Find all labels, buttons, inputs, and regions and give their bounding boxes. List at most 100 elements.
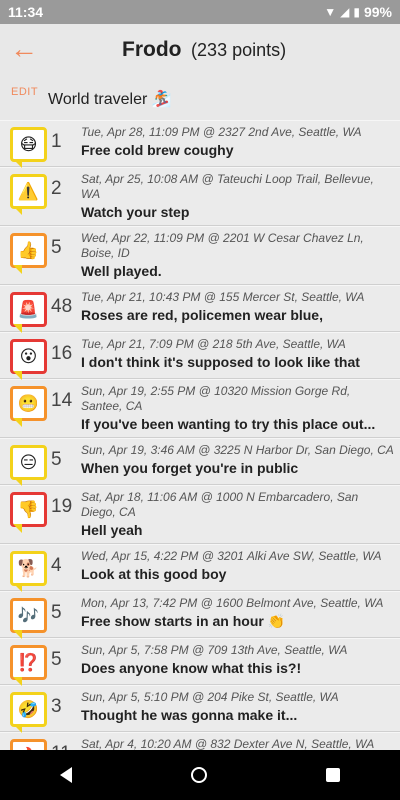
- post-score: 5: [51, 449, 62, 470]
- post-emoji-icon: 😬: [17, 393, 40, 413]
- post-text: Hell yeah: [81, 522, 143, 538]
- post-item[interactable]: 😷 1 Tue, Apr 28, 11:09 PM @ 2327 2nd Ave, …: [0, 120, 400, 167]
- post-text: Free cold brew coughy: [81, 142, 234, 158]
- post-score: 2: [51, 178, 62, 199]
- post-score: 11: [47, 737, 81, 750]
- post-emoji-icon: 👍: [17, 240, 40, 260]
- post-text: Roses are red, policemen wear blue,: [81, 307, 323, 323]
- post-score: 5: [51, 602, 62, 623]
- app-header: ← Frodo (233 points): [0, 24, 400, 76]
- post-meta: Sun, Apr 19, 2:55 PM @ 10320 Mission Gor…: [81, 384, 351, 413]
- post-text: Does anyone know what this is?!: [81, 660, 302, 676]
- post-content: Tue, Apr 21, 7:09 PM @ 218 5th Ave, Seat…: [81, 337, 394, 374]
- signal-icon: ◢: [340, 5, 350, 19]
- post-text: Thought he was gonna make it...: [81, 707, 298, 723]
- post-score: 5: [51, 237, 62, 258]
- post-content: Sun, Apr 19, 3:46 AM @ 3225 N Harbor Dr,…: [81, 443, 394, 480]
- post-text: If you've been wanting to try this place…: [81, 416, 376, 432]
- post-content: Sun, Apr 5, 7:58 PM @ 709 13th Ave, Seat…: [81, 643, 394, 680]
- post-emoji-icon: ⚠️: [17, 181, 40, 201]
- post-item[interactable]: ⁉️ 5 Sun, Apr 5, 7:58 PM @ 709 13th Ave, S…: [0, 638, 400, 685]
- post-content: Sat, Apr 4, 10:20 AM @ 832 Dexter Ave N,…: [81, 737, 394, 750]
- post-emoji-icon: 🚨: [17, 299, 40, 319]
- post-item[interactable]: 👍 5 Wed, Apr 22, 11:09 PM @ 2201 W Cesar C…: [0, 226, 400, 285]
- post-content: Wed, Apr 15, 4:22 PM @ 3201 Alki Ave SW,…: [81, 549, 394, 586]
- post-content: Sun, Apr 5, 5:10 PM @ 204 Pike St, Seatt…: [81, 690, 394, 727]
- post-emoji-badge: ⁉️: [10, 645, 47, 680]
- post-text: Look at this good boy: [81, 566, 227, 582]
- post-meta: Tue, Apr 21, 7:09 PM @ 218 5th Ave, Seat…: [81, 337, 346, 351]
- post-item[interactable]: 😑 5 Sun, Apr 19, 3:46 AM @ 3225 N Harbor D…: [0, 438, 400, 485]
- post-meta: Tue, Apr 28, 11:09 PM @ 2327 2nd Ave, Se…: [81, 125, 362, 139]
- post-content: Sun, Apr 19, 2:55 PM @ 10320 Mission Gor…: [81, 384, 394, 433]
- post-score: 16: [51, 343, 73, 364]
- nav-back-icon[interactable]: [59, 767, 72, 783]
- status-icons: ▼ ◢ ▮ 99%: [324, 4, 392, 20]
- page-title: Frodo (233 points): [122, 38, 286, 62]
- post-score: 3: [51, 696, 62, 717]
- post-score: 19: [51, 496, 73, 517]
- post-item[interactable]: ⚠️ 2 Sat, Apr 25, 10:08 AM @ Tateuchi Loop…: [0, 167, 400, 226]
- post-emoji-icon: ⁉️: [17, 652, 40, 672]
- post-content: Wed, Apr 22, 11:09 PM @ 2201 W Cesar Cha…: [81, 231, 394, 280]
- post-list[interactable]: 😷 1 Tue, Apr 28, 11:09 PM @ 2327 2nd Ave, …: [0, 120, 400, 750]
- post-meta: Sun, Apr 19, 3:46 AM @ 3225 N Harbor Dr,…: [81, 443, 394, 457]
- post-score: 1: [51, 131, 62, 152]
- arrow-left-icon[interactable]: ←: [10, 35, 38, 64]
- post-content: Tue, Apr 21, 10:43 PM @ 155 Mercer St, S…: [81, 290, 394, 327]
- post-meta: Mon, Apr 13, 7:42 PM @ 1600 Belmont Ave,…: [81, 596, 384, 610]
- post-emoji-icon: 😷: [19, 134, 38, 154]
- post-emoji-badge: 🚨: [10, 292, 47, 327]
- post-meta: Wed, Apr 22, 11:09 PM @ 2201 W Cesar Cha…: [81, 231, 364, 260]
- wifi-icon: ▼: [324, 5, 337, 19]
- user-name: Frodo: [122, 38, 182, 61]
- post-item[interactable]: 😬 14 Sun, Apr 19, 2:55 PM @ 10320 Mission …: [0, 379, 400, 438]
- post-emoji-icon: 👎: [17, 499, 40, 519]
- user-points: (233 points): [191, 40, 287, 60]
- post-emoji-badge: 🎶: [10, 598, 47, 633]
- post-score: 14: [51, 390, 73, 411]
- post-meta: Sat, Apr 25, 10:08 AM @ Tateuchi Loop Tr…: [81, 172, 374, 201]
- post-emoji-icon: 🤣: [17, 699, 40, 719]
- battery-level: 99%: [363, 4, 392, 20]
- post-item[interactable]: 🎶 5 Mon, Apr 13, 7:42 PM @ 1600 Belmont Av…: [0, 591, 400, 638]
- post-text: When you forget you're in public: [81, 460, 299, 476]
- post-meta: Tue, Apr 21, 10:43 PM @ 155 Mercer St, S…: [81, 290, 365, 304]
- post-item[interactable]: 🔥11Sat, Apr 4, 10:20 AM @ 832 Dexter Ave…: [0, 732, 400, 750]
- post-content: Sat, Apr 25, 10:08 AM @ Tateuchi Loop Tr…: [81, 172, 394, 221]
- post-meta: Sat, Apr 18, 11:06 AM @ 1000 N Embarcade…: [81, 490, 359, 519]
- post-text: Watch your step: [81, 204, 190, 220]
- post-emoji-icon: 😑: [19, 452, 38, 472]
- post-item[interactable]: 🤣 3 Sun, Apr 5, 5:10 PM @ 204 Pike St, Sea…: [0, 685, 400, 732]
- post-emoji-icon: 🎶: [17, 605, 40, 625]
- post-content: Mon, Apr 13, 7:42 PM @ 1600 Belmont Ave,…: [81, 596, 394, 633]
- nav-home-icon[interactable]: [190, 767, 207, 783]
- post-text: Well played.: [81, 263, 162, 279]
- post-emoji-badge: 🤣: [10, 692, 47, 727]
- status-bar: 11:34 ▼ ◢ ▮ 99%: [0, 0, 400, 24]
- post-content: Tue, Apr 28, 11:09 PM @ 2327 2nd Ave, Se…: [81, 125, 394, 162]
- status-time: 11:34: [8, 4, 44, 20]
- nav-recents-icon[interactable]: [326, 768, 341, 782]
- post-emoji-badge: 😷: [10, 127, 47, 162]
- post-emoji-badge: 👎: [10, 492, 47, 527]
- user-bio: World traveler 🏂: [48, 91, 172, 108]
- post-text: I don't think it's supposed to look like…: [81, 354, 360, 370]
- post-emoji-icon: 😮: [19, 346, 38, 366]
- post-item[interactable]: 👎 19 Sat, Apr 18, 11:06 AM @ 1000 N Embarc…: [0, 485, 400, 544]
- post-meta: Sat, Apr 4, 10:20 AM @ 832 Dexter Ave N,…: [81, 737, 375, 750]
- post-meta: Wed, Apr 15, 4:22 PM @ 3201 Alki Ave SW,…: [81, 549, 382, 563]
- post-item[interactable]: 🐕 4 Wed, Apr 15, 4:22 PM @ 3201 Alki Ave S…: [0, 544, 400, 591]
- post-content: Sat, Apr 18, 11:06 AM @ 1000 N Embarcade…: [81, 490, 394, 539]
- post-emoji-badge: 😬: [10, 386, 47, 421]
- post-item[interactable]: 🚨 48 Tue, Apr 21, 10:43 PM @ 155 Mercer St…: [0, 285, 400, 332]
- post-text: Free show starts in an hour 👏: [81, 613, 286, 629]
- post-emoji-badge: 🔥: [10, 739, 47, 750]
- post-item[interactable]: 😮 16 Tue, Apr 21, 7:09 PM @ 218 5th Ave, S…: [0, 332, 400, 379]
- post-score: 5: [51, 649, 62, 670]
- system-nav-bar: [0, 750, 400, 800]
- post-emoji-badge: 😮: [10, 339, 47, 374]
- post-emoji-badge: ⚠️: [10, 174, 47, 209]
- edit-bio-button[interactable]: EDIT: [11, 86, 38, 98]
- post-meta: Sun, Apr 5, 5:10 PM @ 204 Pike St, Seatt…: [81, 690, 339, 704]
